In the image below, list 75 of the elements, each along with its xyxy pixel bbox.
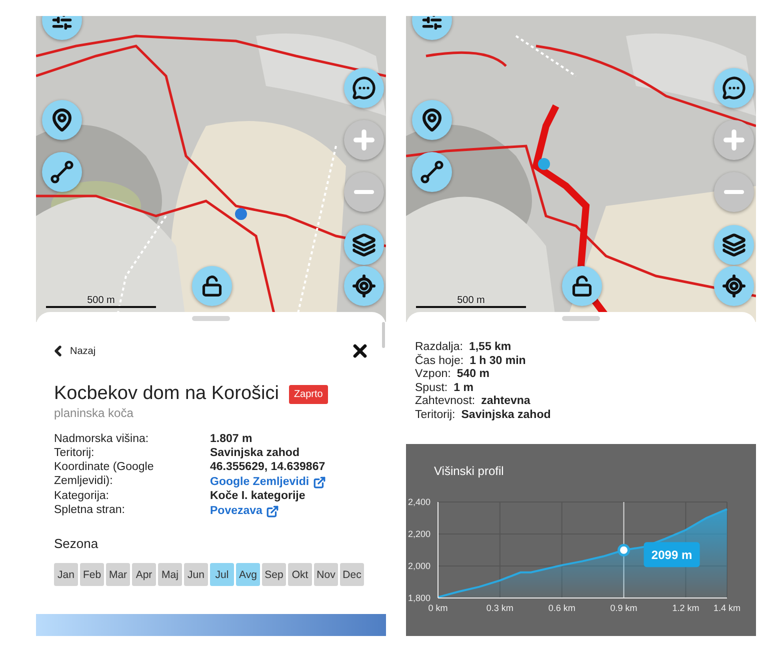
x-tick-label: 1.4 km (714, 603, 740, 613)
x-tick-label: 0.9 km (610, 603, 638, 613)
drag-handle[interactable] (562, 316, 600, 321)
stat-value: 1 h 30 min (470, 354, 526, 368)
month-chip[interactable]: Sep (262, 563, 286, 586)
detail-value: Koče I. kategorije (210, 489, 306, 503)
stat-label: Razdalja: (415, 341, 463, 354)
minus-icon (354, 190, 374, 194)
locate-icon (352, 274, 376, 298)
month-chip[interactable]: Avg (236, 563, 260, 586)
place-title: Kocbekov dom na Korošici (54, 383, 279, 405)
season-heading: Sezona (54, 536, 100, 551)
annotation: 2099 m (651, 548, 692, 562)
lock-open-icon (201, 275, 223, 297)
status-badge: Zaprto (288, 384, 328, 404)
month-chip[interactable]: Mar (106, 563, 130, 586)
detail-label: Koordinate (Google Zemljevidi): (54, 460, 155, 489)
stat-label: Zahtevnost: (415, 395, 476, 409)
map-pin-icon (50, 108, 74, 132)
stat-value: 1,55 km (468, 341, 512, 355)
month-chip[interactable]: Dec (340, 563, 364, 586)
external-link[interactable]: Povezava (210, 504, 370, 518)
month-chip[interactable]: Maj (158, 563, 182, 586)
detail-label: Kategorija: (54, 489, 110, 503)
month-chip[interactable]: Feb (80, 563, 104, 586)
y-tick-label: 1,800 (408, 593, 431, 603)
stat-label: Vzpon: (415, 368, 451, 382)
detail-label: Spletna stran: (54, 503, 126, 518)
detail-label: Nadmorska višina: (54, 432, 150, 446)
detail-value: 1.807 m (210, 432, 254, 446)
chat-icon (722, 76, 746, 100)
chart-title: Višinski profil (433, 463, 505, 478)
y-tick-label: 2,400 (408, 497, 431, 507)
month-chip[interactable]: Jan (54, 563, 78, 586)
detail-value: 46.355629, 14.639867 (210, 460, 326, 474)
scrollbar (382, 322, 385, 348)
stat-value: zahtevna (481, 395, 530, 409)
lock-open-icon (571, 275, 593, 297)
stat-label: Teritorij: (415, 408, 456, 423)
scale-label: 500 m (87, 295, 115, 306)
cursor-point[interactable] (618, 544, 630, 556)
external-link-icon (313, 476, 326, 488)
chat-icon (352, 76, 376, 100)
x-tick-label: 0.6 km (548, 603, 576, 613)
locate-icon (722, 274, 746, 298)
x-tick-label: 0.3 km (486, 603, 514, 613)
month-chip[interactable]: Apr (132, 563, 156, 586)
value-tooltip: 2099 m (644, 542, 700, 568)
month-chip[interactable]: Nov (314, 563, 338, 586)
external-link[interactable]: Google Zemljevidi (210, 475, 370, 489)
map-pin-icon (420, 108, 444, 132)
month-chip[interactable]: Okt (288, 563, 312, 586)
route-icon (420, 160, 444, 184)
stat-label: Spust: (415, 382, 448, 396)
layers-icon (352, 233, 376, 257)
stat-label: Čas hoje: (415, 354, 464, 368)
month-chip[interactable]: Jun (184, 563, 208, 586)
x-tick-label: 0 km (428, 603, 448, 613)
y-tick-label: 2,200 (408, 529, 431, 539)
scale-label: 500 m (457, 295, 485, 306)
back-link[interactable]: Nazaj (50, 343, 96, 359)
y-tick-label: 2,000 (408, 561, 431, 571)
month-chip[interactable]: Jul (210, 563, 234, 586)
stat-value: Savinjska zahod (461, 408, 551, 423)
layers-icon (722, 233, 746, 257)
detail-label: Teritorij: (54, 446, 96, 460)
external-link-icon (266, 504, 280, 518)
stat-value: 1 m (454, 382, 474, 396)
route-icon (50, 160, 74, 184)
stat-value: 540 m (456, 368, 490, 382)
minus-icon (724, 190, 744, 194)
drag-handle[interactable] (192, 316, 230, 321)
x-tick-label: 1.2 km (672, 603, 700, 613)
detail-value: Savinjska zahod (210, 446, 300, 460)
place-type: planinska koča (54, 406, 134, 420)
